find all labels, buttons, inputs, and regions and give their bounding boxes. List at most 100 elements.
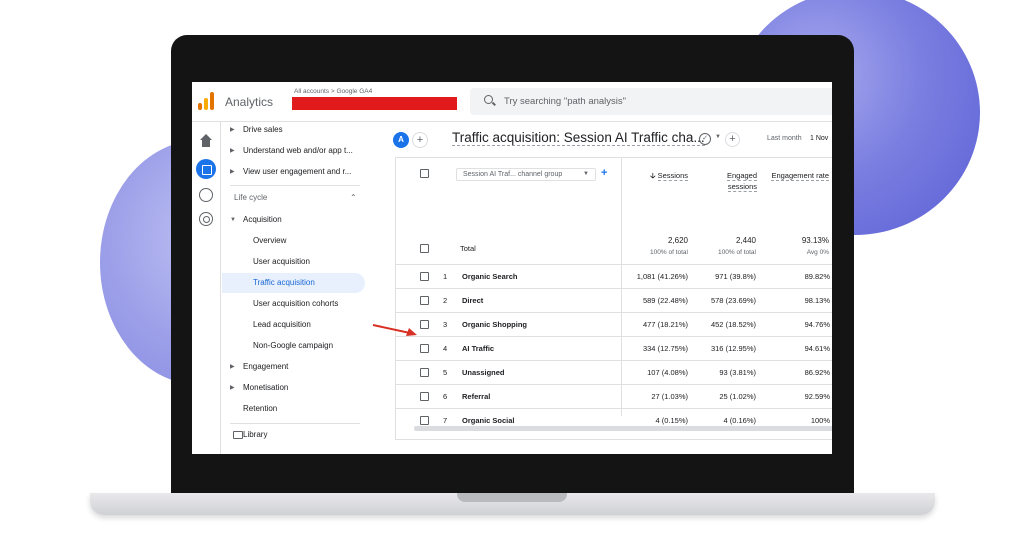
row-channel: Referral: [462, 392, 491, 401]
nav-item-retention[interactable]: Retention: [222, 399, 367, 419]
search-placeholder: Try searching "path analysis": [504, 96, 627, 107]
table-row[interactable]: 4 AI Traffic 334 (12.75%) 316 (12.95%) 9…: [396, 336, 832, 360]
redacted-property-name: [292, 97, 457, 110]
row-checkbox[interactable]: [420, 344, 429, 353]
add-filter-button[interactable]: +: [725, 132, 740, 147]
row-index: 3: [443, 320, 448, 329]
chevron-up-icon[interactable]: ⌃: [350, 193, 357, 202]
nav-item-drive-sales[interactable]: ▶ Drive sales: [222, 120, 367, 140]
table-row[interactable]: 2 Direct 589 (22.48%) 578 (23.69%) 98.13…: [396, 288, 832, 312]
row-rate: 94.61%: [804, 344, 830, 353]
chevron-down-icon[interactable]: ▼: [715, 134, 721, 140]
row-sessions: 334 (12.75%): [642, 344, 688, 353]
row-channel: Direct: [462, 296, 484, 305]
nav-item-user-acquisition[interactable]: User acquisition: [222, 252, 367, 272]
explore-icon[interactable]: [199, 188, 213, 202]
row-checkbox[interactable]: [420, 392, 429, 401]
total-rate-avg: Avg 0%: [806, 249, 829, 256]
advertising-icon[interactable]: [199, 212, 213, 226]
row-rate: 92.59%: [804, 392, 830, 401]
check-circle-icon[interactable]: ✓: [699, 133, 711, 145]
row-sessions: 4 (0.15%): [655, 416, 688, 425]
row-engaged: 25 (1.02%): [719, 392, 756, 401]
search-icon: [484, 95, 493, 104]
nav-item-user-acquisition-cohorts[interactable]: User acquisition cohorts: [222, 294, 367, 314]
row-index: 6: [443, 392, 448, 401]
nav-divider: [230, 185, 360, 186]
comparison-avatar[interactable]: A: [393, 132, 409, 148]
analytics-screen: Analytics All accounts > Google GA4 Try …: [192, 82, 832, 454]
nav-item-engagement-overview[interactable]: ▶ View user engagement and r...: [222, 162, 367, 182]
row-engaged: 971 (39.8%): [715, 272, 756, 281]
row-channel: Organic Shopping: [462, 320, 527, 329]
table-row[interactable]: 6 Referral 27 (1.03%) 25 (1.02%) 92.59%: [396, 384, 832, 408]
total-rate: 93.13%: [801, 236, 829, 245]
nav-item-non-google-campaign[interactable]: Non-Google campaign: [222, 336, 367, 356]
table-row[interactable]: 5 Unassigned 107 (4.08%) 93 (3.81%) 86.9…: [396, 360, 832, 384]
dimension-selector[interactable]: Session AI Traf... channel group ▼: [456, 168, 596, 181]
home-icon[interactable]: [199, 134, 213, 148]
date-range-label[interactable]: Last month: [767, 135, 802, 142]
total-label: Total: [460, 244, 476, 253]
nav-item-library[interactable]: Library: [222, 425, 367, 445]
row-engaged: 578 (23.69%): [710, 296, 756, 305]
date-range-value[interactable]: 1 Nov: [810, 135, 828, 142]
row-channel: Unassigned: [462, 368, 505, 377]
data-table: Session AI Traf... channel group ▼ + 🡣 Se…: [395, 157, 832, 440]
reports-icon[interactable]: [196, 159, 216, 179]
row-index: 5: [443, 368, 448, 377]
row-rate: 100%: [810, 416, 830, 425]
nav-item-understand[interactable]: ▶ Understand web and/or app t...: [222, 141, 367, 161]
report-header: A + Traffic acquisition: Session AI Traf…: [387, 127, 832, 151]
nav-item-monetisation[interactable]: ▶ Monetisation: [222, 378, 367, 398]
row-checkbox[interactable]: [420, 296, 429, 305]
total-engaged-pct: 100% of total: [718, 249, 756, 256]
row-engaged: 452 (18.52%): [710, 320, 756, 329]
total-checkbox[interactable]: [420, 244, 429, 253]
left-rail: [192, 122, 221, 454]
row-channel: Organic Search: [462, 272, 518, 281]
row-checkbox[interactable]: [420, 368, 429, 377]
horizontal-scrollbar[interactable]: [414, 426, 832, 431]
nav-item-engagement[interactable]: ▶ Engagement: [222, 357, 367, 377]
search-bar[interactable]: Try searching "path analysis": [470, 88, 832, 115]
row-engaged: 4 (0.16%): [723, 416, 756, 425]
table-row[interactable]: 1 Organic Search 1,081 (41.26%) 971 (39.…: [396, 264, 832, 288]
reports-nav: ▶ Drive sales ▶ Understand web and/or app …: [222, 122, 367, 454]
column-engagement-rate[interactable]: Engagement rate: [771, 170, 829, 181]
row-index: 1: [443, 272, 448, 281]
analytics-logo-icon[interactable]: [198, 92, 216, 110]
select-all-checkbox[interactable]: [420, 169, 429, 178]
red-arrow-icon: [372, 324, 417, 336]
column-engaged-sessions[interactable]: Engaged sessions: [701, 170, 757, 192]
row-channel: Organic Social: [462, 416, 515, 425]
row-index: 4: [443, 344, 448, 353]
row-rate: 98.13%: [804, 296, 830, 305]
app-name: Analytics: [225, 95, 274, 109]
report-title[interactable]: Traffic acquisition: Session AI Traffic …: [452, 130, 705, 146]
row-engaged: 93 (3.81%): [719, 368, 756, 377]
nav-item-traffic-acquisition[interactable]: Traffic acquisition: [222, 273, 365, 293]
row-index: 2: [443, 296, 448, 305]
nav-item-lead-acquisition[interactable]: Lead acquisition: [222, 315, 367, 335]
section-life-cycle: Life cycle: [234, 193, 268, 202]
row-checkbox[interactable]: [420, 416, 429, 425]
row-channel: AI Traffic: [462, 344, 495, 353]
sort-down-icon: 🡣: [650, 171, 656, 180]
nav-item-acquisition[interactable]: ▼ Acquisition: [222, 210, 367, 230]
row-sessions: 1,081 (41.26%): [636, 272, 688, 281]
nav-divider: [230, 423, 360, 424]
row-rate: 86.92%: [804, 368, 830, 377]
column-sessions[interactable]: 🡣 Sessions: [636, 170, 688, 181]
row-sessions: 27 (1.03%): [651, 392, 688, 401]
nav-item-overview[interactable]: Overview: [222, 231, 367, 251]
add-dimension-button[interactable]: +: [601, 167, 607, 179]
account-breadcrumb[interactable]: All accounts > Google GA4: [294, 88, 372, 95]
total-engaged: 2,440: [735, 236, 756, 245]
add-comparison-button[interactable]: +: [412, 132, 428, 148]
row-index: 7: [443, 416, 448, 425]
row-checkbox[interactable]: [420, 320, 429, 329]
laptop-notch: [457, 493, 567, 502]
row-checkbox[interactable]: [420, 272, 429, 281]
table-row[interactable]: 3 Organic Shopping 477 (18.21%) 452 (18.…: [396, 312, 832, 336]
